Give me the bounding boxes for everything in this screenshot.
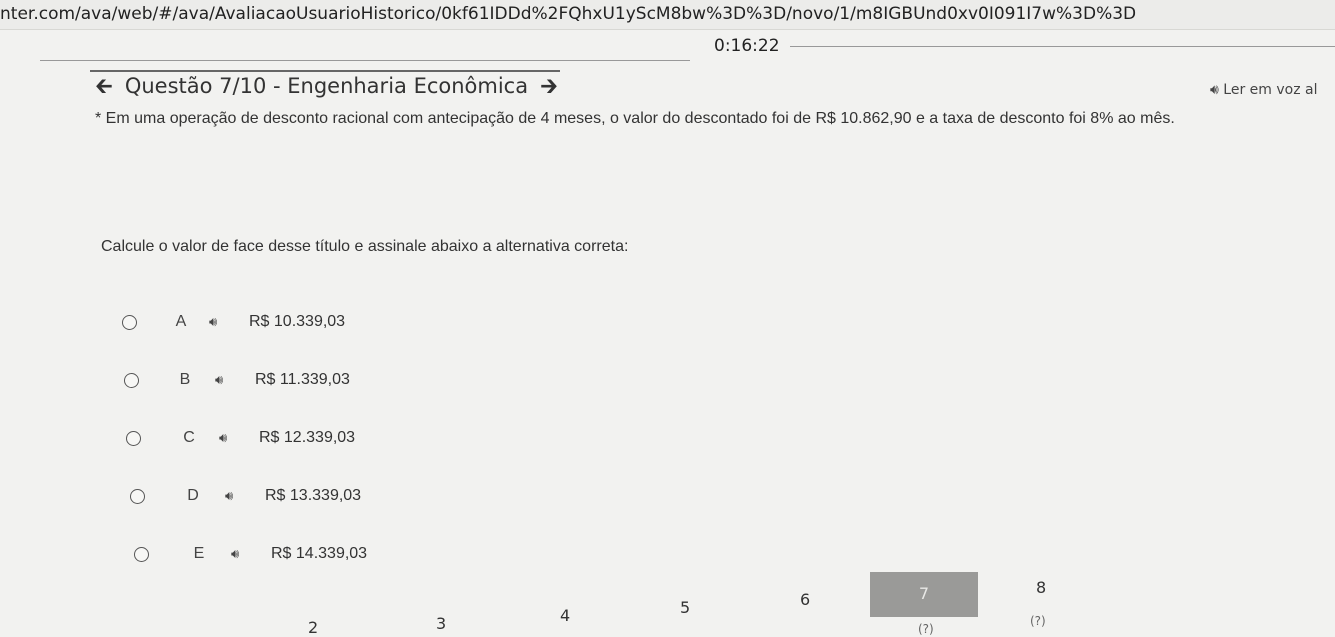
option-text: R$ 11.339,03 <box>255 371 350 388</box>
radio-button[interactable] <box>126 430 141 446</box>
question-statement: * Em uma operação de desconto racional c… <box>95 110 1175 127</box>
speaker-icon[interactable]: 🔊︎ <box>209 314 227 330</box>
page-4-button[interactable]: 4 <box>560 606 570 625</box>
url-text: nter.com/ava/web/#/ava/AvaliacaoUsuarioH… <box>0 4 1137 24</box>
radio-button[interactable] <box>134 546 149 562</box>
page-8-status-mark: (?) <box>1030 614 1046 628</box>
page-6-button[interactable]: 6 <box>800 590 810 609</box>
question-prompt: Calcule o valor de face desse título e a… <box>101 238 629 255</box>
page-5-button[interactable]: 5 <box>680 598 690 617</box>
option-a[interactable]: A 🔊︎ R$ 10.339,03 <box>122 310 345 334</box>
speaker-icon[interactable]: 🔊︎ <box>231 546 249 562</box>
address-bar[interactable]: nter.com/ava/web/#/ava/AvaliacaoUsuarioH… <box>0 0 1335 30</box>
page-7-status-mark: (?) <box>918 622 934 636</box>
option-letter: C <box>183 429 195 446</box>
option-text: R$ 12.339,03 <box>259 429 356 446</box>
page-2-button[interactable]: 2 <box>308 618 318 637</box>
page-3-button[interactable]: 3 <box>436 614 446 633</box>
read-aloud-button[interactable]: 🔊︎ Ler em voz al <box>1210 82 1317 98</box>
radio-button[interactable] <box>124 372 139 388</box>
option-c[interactable]: C 🔊︎ R$ 12.339,03 <box>126 426 355 450</box>
speaker-icon[interactable]: 🔊︎ <box>225 488 243 504</box>
option-text: R$ 14.339,03 <box>271 545 368 562</box>
option-letter: A <box>175 313 187 330</box>
timer-divider-left <box>40 60 690 61</box>
option-letter: B <box>179 371 191 388</box>
arrow-left-icon[interactable]: 🡰 <box>95 75 113 97</box>
option-d[interactable]: D 🔊︎ R$ 13.339,03 <box>130 484 361 508</box>
speaker-icon: 🔊︎ <box>1210 82 1219 98</box>
page-8-button[interactable]: 8 <box>1036 578 1046 597</box>
timer-divider-right <box>790 46 1335 47</box>
question-title: Questão 7/10 - Engenharia Econômica <box>124 74 529 98</box>
option-b[interactable]: B 🔊︎ R$ 11.339,03 <box>124 368 350 392</box>
speaker-icon[interactable]: 🔊︎ <box>219 430 237 446</box>
arrow-right-icon[interactable]: 🡲 <box>540 75 558 97</box>
option-letter: D <box>187 487 199 504</box>
option-text: R$ 10.339,03 <box>249 313 346 330</box>
read-aloud-label: Ler em voz al <box>1223 82 1318 98</box>
option-e[interactable]: E 🔊︎ R$ 14.339,03 <box>134 542 367 566</box>
option-text: R$ 13.339,03 <box>265 487 362 504</box>
speaker-icon[interactable]: 🔊︎ <box>215 372 233 388</box>
question-header: 🡰 Questão 7/10 - Engenharia Econômica 🡲 <box>95 66 558 106</box>
radio-button[interactable] <box>130 488 145 504</box>
exam-timer: 0:16:22 <box>714 36 780 56</box>
option-letter: E <box>193 545 205 562</box>
radio-button[interactable] <box>122 314 137 330</box>
page-7-button-active[interactable]: 7 <box>870 572 978 617</box>
